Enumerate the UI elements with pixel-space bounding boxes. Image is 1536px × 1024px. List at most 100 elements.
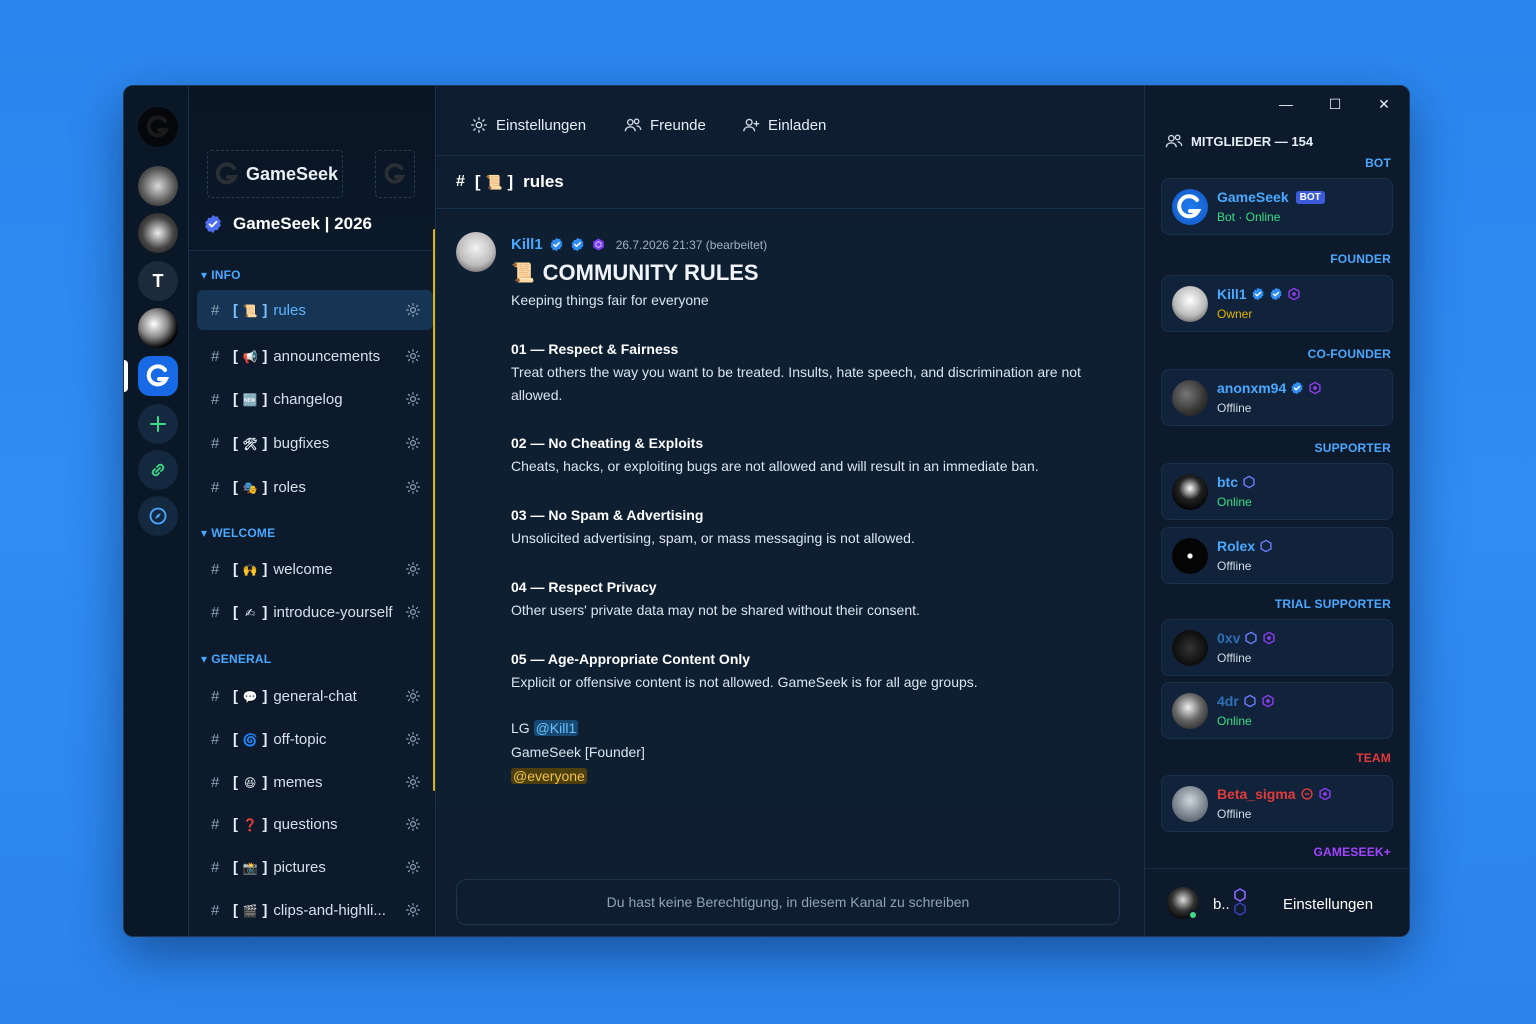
member-card[interactable]: GameSeek BOT Bot · Online: [1161, 178, 1393, 235]
hexagon-badge-icon: [1287, 287, 1300, 301]
member-status: Online: [1217, 495, 1252, 509]
gear-icon[interactable]: [405, 902, 421, 918]
channel-item[interactable]: #[ 🌀 ] off-topic: [197, 719, 433, 759]
user-panel: b.. Einstellungen: [1145, 868, 1409, 936]
member-status: Offline: [1217, 559, 1252, 573]
member-avatar: [1172, 630, 1208, 666]
close-button[interactable]: ✕: [1374, 94, 1394, 114]
gear-icon[interactable]: [405, 561, 421, 577]
gear-icon[interactable]: [405, 391, 421, 407]
channel-active[interactable]: #[ 📜 ] rules: [197, 290, 433, 330]
gear-icon[interactable]: [405, 731, 421, 747]
member-card[interactable]: anonxm94 Offline: [1161, 369, 1393, 426]
channel-item[interactable]: #[ 🎬 ] clips-and-highli...: [197, 890, 433, 930]
gameseek-logo-icon: [215, 162, 239, 185]
home-server-icon[interactable]: [138, 107, 178, 147]
member-card[interactable]: btc Online: [1161, 463, 1393, 520]
server-avatar-3[interactable]: [138, 308, 178, 348]
gear-icon[interactable]: [405, 435, 421, 451]
friends-nav-button[interactable]: Freunde: [624, 116, 706, 134]
everyone-mention[interactable]: @everyone: [511, 768, 587, 784]
link-icon[interactable]: [138, 450, 178, 490]
category-welcome[interactable]: ▾ WELCOME: [201, 526, 275, 540]
chevron-down-icon: ▾: [201, 268, 208, 282]
channel-item[interactable]: #[ 📢 ] announcements: [197, 336, 433, 376]
channel-emoji: 😆: [243, 775, 257, 790]
rule-text: Unsolicited advertising, spam, or mass m…: [511, 530, 915, 546]
invite-nav-button[interactable]: Einladen: [742, 116, 826, 134]
server-avatar-2[interactable]: [138, 213, 178, 253]
channel-item[interactable]: #[ ✍ ] introduce-yourself: [197, 592, 433, 632]
server-rail: T: [124, 86, 189, 936]
member-name: anonxm94: [1217, 380, 1287, 396]
message-signature: LG @Kill1 GameSeek [Founder] @everyone: [511, 720, 645, 784]
channel-name: clips-and-highli...: [273, 901, 386, 919]
rule-title: 03 — No Spam & Advertising: [511, 507, 704, 523]
channel-item[interactable]: #[ 😆 ] memes: [197, 762, 433, 802]
main-panel: Einstellungen Freunde Einladen # [ 📜 ] r…: [436, 86, 1144, 936]
chevron-down-icon: ▾: [201, 652, 208, 666]
scroll-emoji: 📜: [511, 263, 535, 284]
hash-icon: #: [211, 858, 220, 876]
explore-compass-icon[interactable]: [138, 496, 178, 536]
rule-title: 04 — Respect Privacy: [511, 579, 657, 595]
member-name: Beta_sigma: [1217, 786, 1296, 802]
channel-emoji: ❓: [242, 817, 258, 832]
channel-item[interactable]: #[ 🙌 ] welcome: [197, 549, 433, 589]
category-general[interactable]: ▾ GENERAL: [201, 652, 271, 666]
user-settings-button[interactable]: Einstellungen: [1283, 896, 1373, 913]
server-title[interactable]: GameSeek | 2026: [203, 214, 372, 234]
settings-nav-button[interactable]: Einstellungen: [470, 116, 586, 134]
channel-header-name: rules: [523, 172, 564, 191]
channel-item[interactable]: #[ 🎭 ] roles: [197, 467, 433, 507]
bot-badge: BOT: [1295, 190, 1325, 204]
message-author[interactable]: Kill1: [511, 236, 543, 253]
role-heading: FOUNDER: [1330, 252, 1391, 266]
member-card[interactable]: Rolex Offline: [1161, 527, 1393, 584]
gear-icon[interactable]: [405, 348, 421, 364]
author-avatar[interactable]: [456, 232, 496, 272]
channel-item[interactable]: #[ 📸 ] pictures: [197, 847, 433, 887]
maximize-button[interactable]: ☐: [1325, 94, 1345, 114]
member-card[interactable]: Beta_sigma Offline: [1161, 775, 1393, 832]
server-letter-t[interactable]: T: [138, 261, 178, 301]
gear-icon[interactable]: [405, 302, 421, 318]
category-info[interactable]: ▾ INFO: [201, 268, 241, 282]
minimize-button[interactable]: —: [1276, 94, 1296, 114]
hash-icon: #: [211, 390, 220, 408]
channel-item[interactable]: #[ ❓ ] questions: [197, 804, 433, 844]
rule-item: 05 — Age-Appropriate Content Only Explic…: [511, 648, 1111, 694]
verified-server-icon: [205, 215, 221, 233]
hash-icon: #: [211, 434, 220, 452]
role-heading: TRIAL SUPPORTER: [1274, 597, 1391, 611]
gear-icon[interactable]: [405, 859, 421, 875]
hexagon-badge-icon: [1309, 381, 1321, 395]
channel-name: announcements: [273, 347, 381, 365]
channel-emoji: 💬: [242, 689, 258, 704]
channel-emoji: 🎭: [242, 480, 258, 495]
user-mention[interactable]: @Kill1: [533, 720, 579, 736]
gameseek-server-icon[interactable]: [138, 356, 178, 396]
member-card[interactable]: Kill1 Owner: [1161, 275, 1393, 332]
message-title: 📜 COMMUNITY RULES: [511, 260, 759, 285]
gear-icon[interactable]: [405, 604, 421, 620]
gear-icon[interactable]: [405, 479, 421, 495]
rule-title: 01 — Respect & Fairness: [511, 341, 679, 357]
rule-item: 01 — Respect & Fairness Treat others the…: [511, 338, 1111, 407]
member-card[interactable]: 0xv Offline: [1161, 619, 1393, 676]
channel-item[interactable]: #[ 🛠 ] bugfixes: [197, 423, 433, 463]
rule-title: 05 — Age-Appropriate Content Only: [511, 651, 751, 667]
gear-icon[interactable]: [405, 816, 421, 832]
rule-text: Other users' private data may not be sha…: [511, 602, 920, 618]
hash-icon: #: [211, 603, 220, 621]
server-avatar-1[interactable]: [138, 166, 178, 206]
gear-icon[interactable]: [405, 774, 421, 790]
member-name: Kill1: [1217, 286, 1247, 302]
channel-item[interactable]: #[ 🆕 ] changelog: [197, 379, 433, 419]
add-server-icon[interactable]: [138, 404, 178, 444]
gear-icon[interactable]: [405, 688, 421, 704]
team-badge-icon: [1300, 788, 1313, 800]
role-heading: TEAM: [1356, 751, 1391, 765]
member-card[interactable]: 4dr Online: [1161, 682, 1393, 739]
channel-item[interactable]: #[ 💬 ] general-chat: [197, 676, 433, 716]
